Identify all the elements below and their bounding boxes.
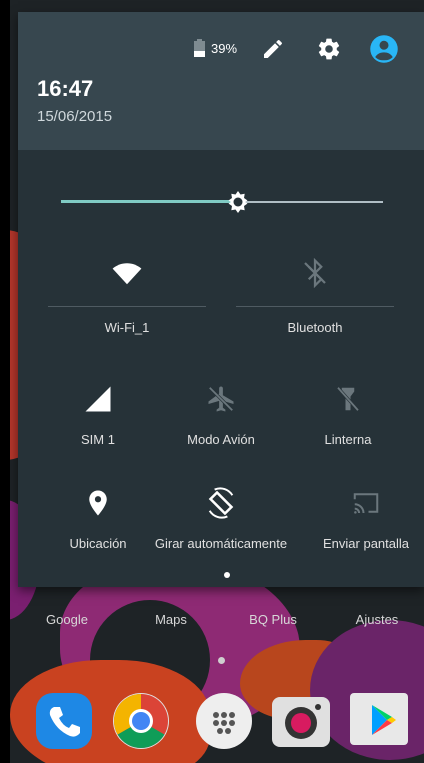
home-page-indicator bbox=[218, 657, 225, 664]
home-app-maps[interactable]: Maps bbox=[126, 612, 216, 627]
divider bbox=[48, 306, 206, 307]
tile-label-sim: SIM 1 bbox=[81, 432, 115, 447]
tile-label-airplane: Modo Avión bbox=[187, 432, 255, 447]
account-icon[interactable] bbox=[369, 34, 399, 64]
signal-icon bbox=[83, 384, 113, 414]
gear-icon[interactable] bbox=[314, 34, 344, 64]
tile-label-cast: Enviar pantalla bbox=[323, 536, 409, 551]
tile-label-rotate: Girar automáticamente bbox=[154, 536, 288, 551]
home-app-bq-plus[interactable]: BQ Plus bbox=[228, 612, 318, 627]
pencil-icon[interactable] bbox=[258, 34, 288, 64]
home-app-ajustes[interactable]: Ajustes bbox=[332, 612, 422, 627]
location-icon bbox=[83, 488, 113, 518]
tile-sim[interactable]: SIM 1 bbox=[28, 380, 168, 460]
tile-wifi[interactable]: Wi-Fi_1 bbox=[48, 256, 206, 346]
tile-flashlight[interactable]: Linterna bbox=[278, 380, 418, 460]
tile-rotate[interactable]: Girar automáticamente bbox=[146, 486, 296, 572]
brightness-slider[interactable] bbox=[61, 190, 383, 214]
play-store-icon[interactable] bbox=[350, 693, 408, 745]
wifi-icon bbox=[112, 258, 142, 288]
tile-cast[interactable]: Enviar pantalla bbox=[308, 486, 424, 566]
brightness-icon[interactable] bbox=[226, 190, 250, 214]
phone-screen: Google Maps BQ Plus Ajustes 39% 16:47 15… bbox=[10, 0, 424, 763]
rotate-icon bbox=[204, 486, 238, 520]
tile-label-wifi: Wi-Fi_1 bbox=[104, 320, 150, 335]
brightness-track-fill bbox=[61, 200, 238, 203]
home-app-google[interactable]: Google bbox=[22, 612, 112, 627]
battery-percent: 39% bbox=[211, 41, 238, 56]
quick-settings-panel: 39% 16:47 15/06/2015 Wi-Fi_1 Bluetooth S… bbox=[18, 12, 424, 587]
tile-label-flashlight: Linterna bbox=[324, 432, 372, 447]
phone-icon[interactable] bbox=[36, 693, 92, 749]
bluetooth-off-icon bbox=[300, 257, 330, 289]
chrome-icon[interactable] bbox=[113, 693, 169, 749]
tile-bluetooth[interactable]: Bluetooth bbox=[236, 256, 394, 346]
clock-date[interactable]: 15/06/2015 bbox=[37, 108, 112, 125]
airplane-icon bbox=[206, 384, 236, 414]
quick-settings-header: 39% 16:47 15/06/2015 bbox=[18, 12, 424, 150]
camera-icon[interactable] bbox=[272, 697, 330, 747]
cast-icon bbox=[351, 488, 381, 518]
tile-label-bluetooth: Bluetooth bbox=[287, 320, 343, 335]
panel-page-indicator bbox=[224, 572, 230, 578]
clock-time: 16:47 bbox=[37, 76, 94, 101]
battery-icon bbox=[194, 39, 205, 57]
apps-icon[interactable] bbox=[196, 693, 252, 749]
flashlight-icon bbox=[333, 384, 363, 414]
divider bbox=[236, 306, 394, 307]
tile-airplane[interactable]: Modo Avión bbox=[151, 380, 291, 460]
